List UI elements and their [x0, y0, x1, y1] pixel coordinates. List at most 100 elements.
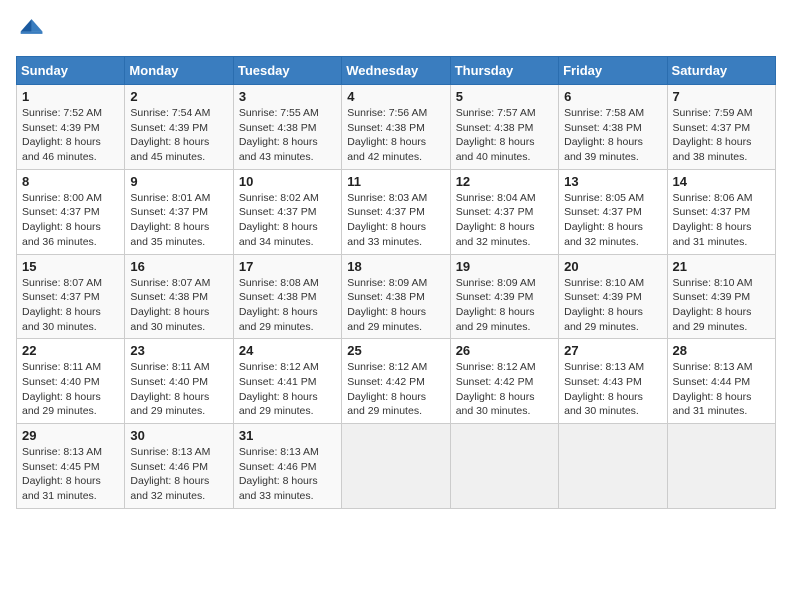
- calendar-cell: 26 Sunrise: 8:12 AMSunset: 4:42 PMDayligh…: [450, 339, 558, 424]
- day-number: 4: [347, 89, 444, 104]
- cell-info: Sunrise: 8:09 AMSunset: 4:39 PMDaylight:…: [456, 276, 553, 335]
- day-number: 26: [456, 343, 553, 358]
- calendar-cell: [342, 424, 450, 509]
- cell-info: Sunrise: 8:03 AMSunset: 4:37 PMDaylight:…: [347, 191, 444, 250]
- day-number: 31: [239, 428, 336, 443]
- cell-info: Sunrise: 8:07 AMSunset: 4:38 PMDaylight:…: [130, 276, 227, 335]
- calendar-cell: 19 Sunrise: 8:09 AMSunset: 4:39 PMDayligh…: [450, 254, 558, 339]
- calendar-cell: 27Sunrise: 8:13 AMSunset: 4:43 PMDayligh…: [559, 339, 667, 424]
- cell-info: Sunrise: 8:13 AMSunset: 4:44 PMDaylight:…: [673, 360, 770, 419]
- day-number: 19: [456, 259, 553, 274]
- cell-info: Sunrise: 8:12 AMSunset: 4:42 PMDaylight:…: [456, 360, 553, 419]
- calendar-cell: 21Sunrise: 8:10 AMSunset: 4:39 PMDayligh…: [667, 254, 775, 339]
- calendar-cell: 2 Sunrise: 7:54 AMSunset: 4:39 PMDaylight…: [125, 85, 233, 170]
- day-number: 8: [22, 174, 119, 189]
- calendar-cell: 30 Sunrise: 8:13 AMSunset: 4:46 PMDayligh…: [125, 424, 233, 509]
- cell-info: Sunrise: 7:57 AMSunset: 4:38 PMDaylight:…: [456, 106, 553, 165]
- calendar-table: SundayMondayTuesdayWednesdayThursdayFrid…: [16, 56, 776, 509]
- cell-info: Sunrise: 7:55 AMSunset: 4:38 PMDaylight:…: [239, 106, 336, 165]
- calendar-cell: 16 Sunrise: 8:07 AMSunset: 4:38 PMDayligh…: [125, 254, 233, 339]
- calendar-week-4: 22 Sunrise: 8:11 AMSunset: 4:40 PMDayligh…: [17, 339, 776, 424]
- calendar-cell: 13Sunrise: 8:05 AMSunset: 4:37 PMDayligh…: [559, 169, 667, 254]
- day-number: 1: [22, 89, 119, 104]
- calendar-cell: 6 Sunrise: 7:58 AMSunset: 4:38 PMDaylight…: [559, 85, 667, 170]
- calendar-cell: 8Sunrise: 8:00 AMSunset: 4:37 PMDaylight…: [17, 169, 125, 254]
- day-number: 25: [347, 343, 444, 358]
- day-number: 20: [564, 259, 661, 274]
- cell-info: Sunrise: 8:01 AMSunset: 4:37 PMDaylight:…: [130, 191, 227, 250]
- calendar-cell: 17 Sunrise: 8:08 AMSunset: 4:38 PMDayligh…: [233, 254, 341, 339]
- calendar-cell: 12 Sunrise: 8:04 AMSunset: 4:37 PMDayligh…: [450, 169, 558, 254]
- calendar-cell: 10 Sunrise: 8:02 AMSunset: 4:37 PMDayligh…: [233, 169, 341, 254]
- day-number: 11: [347, 174, 444, 189]
- header-saturday: Saturday: [667, 57, 775, 85]
- calendar-cell: 11 Sunrise: 8:03 AMSunset: 4:37 PMDayligh…: [342, 169, 450, 254]
- calendar-cell: 5Sunrise: 7:57 AMSunset: 4:38 PMDaylight…: [450, 85, 558, 170]
- calendar-cell: 4 Sunrise: 7:56 AMSunset: 4:38 PMDaylight…: [342, 85, 450, 170]
- header-friday: Friday: [559, 57, 667, 85]
- day-number: 6: [564, 89, 661, 104]
- calendar-cell: 15 Sunrise: 8:07 AMSunset: 4:37 PMDayligh…: [17, 254, 125, 339]
- calendar-cell: 18 Sunrise: 8:09 AMSunset: 4:38 PMDayligh…: [342, 254, 450, 339]
- day-number: 7: [673, 89, 770, 104]
- cell-info: Sunrise: 7:59 AMSunset: 4:37 PMDaylight:…: [673, 106, 770, 165]
- calendar-cell: 31 Sunrise: 8:13 AMSunset: 4:46 PMDayligh…: [233, 424, 341, 509]
- day-number: 14: [673, 174, 770, 189]
- cell-info: Sunrise: 7:56 AMSunset: 4:38 PMDaylight:…: [347, 106, 444, 165]
- calendar-cell: 1 Sunrise: 7:52 AMSunset: 4:39 PMDaylight…: [17, 85, 125, 170]
- calendar-week-2: 8Sunrise: 8:00 AMSunset: 4:37 PMDaylight…: [17, 169, 776, 254]
- cell-info: Sunrise: 8:12 AMSunset: 4:41 PMDaylight:…: [239, 360, 336, 419]
- cell-info: Sunrise: 7:58 AMSunset: 4:38 PMDaylight:…: [564, 106, 661, 165]
- calendar-week-5: 29 Sunrise: 8:13 AMSunset: 4:45 PMDayligh…: [17, 424, 776, 509]
- logo-icon: [16, 16, 44, 44]
- calendar-cell: 22 Sunrise: 8:11 AMSunset: 4:40 PMDayligh…: [17, 339, 125, 424]
- day-number: 28: [673, 343, 770, 358]
- day-number: 18: [347, 259, 444, 274]
- header-wednesday: Wednesday: [342, 57, 450, 85]
- calendar-week-1: 1 Sunrise: 7:52 AMSunset: 4:39 PMDaylight…: [17, 85, 776, 170]
- cell-info: Sunrise: 8:13 AMSunset: 4:46 PMDaylight:…: [130, 445, 227, 504]
- calendar-cell: 29 Sunrise: 8:13 AMSunset: 4:45 PMDayligh…: [17, 424, 125, 509]
- day-number: 15: [22, 259, 119, 274]
- day-number: 29: [22, 428, 119, 443]
- cell-info: Sunrise: 8:10 AMSunset: 4:39 PMDaylight:…: [673, 276, 770, 335]
- logo: [16, 16, 48, 44]
- header-thursday: Thursday: [450, 57, 558, 85]
- cell-info: Sunrise: 7:52 AMSunset: 4:39 PMDaylight:…: [22, 106, 119, 165]
- day-number: 30: [130, 428, 227, 443]
- cell-info: Sunrise: 8:12 AMSunset: 4:42 PMDaylight:…: [347, 360, 444, 419]
- cell-info: Sunrise: 8:11 AMSunset: 4:40 PMDaylight:…: [130, 360, 227, 419]
- calendar-cell: 25 Sunrise: 8:12 AMSunset: 4:42 PMDayligh…: [342, 339, 450, 424]
- day-number: 3: [239, 89, 336, 104]
- day-number: 16: [130, 259, 227, 274]
- calendar-cell: 20 Sunrise: 8:10 AMSunset: 4:39 PMDayligh…: [559, 254, 667, 339]
- day-number: 12: [456, 174, 553, 189]
- cell-info: Sunrise: 7:54 AMSunset: 4:39 PMDaylight:…: [130, 106, 227, 165]
- day-number: 22: [22, 343, 119, 358]
- calendar-week-3: 15 Sunrise: 8:07 AMSunset: 4:37 PMDayligh…: [17, 254, 776, 339]
- cell-info: Sunrise: 8:07 AMSunset: 4:37 PMDaylight:…: [22, 276, 119, 335]
- calendar-cell: 24 Sunrise: 8:12 AMSunset: 4:41 PMDayligh…: [233, 339, 341, 424]
- calendar-cell: 3 Sunrise: 7:55 AMSunset: 4:38 PMDaylight…: [233, 85, 341, 170]
- day-number: 24: [239, 343, 336, 358]
- cell-info: Sunrise: 8:08 AMSunset: 4:38 PMDaylight:…: [239, 276, 336, 335]
- cell-info: Sunrise: 8:10 AMSunset: 4:39 PMDaylight:…: [564, 276, 661, 335]
- cell-info: Sunrise: 8:06 AMSunset: 4:37 PMDaylight:…: [673, 191, 770, 250]
- day-number: 27: [564, 343, 661, 358]
- day-number: 17: [239, 259, 336, 274]
- day-number: 23: [130, 343, 227, 358]
- calendar-header-row: SundayMondayTuesdayWednesdayThursdayFrid…: [17, 57, 776, 85]
- cell-info: Sunrise: 8:09 AMSunset: 4:38 PMDaylight:…: [347, 276, 444, 335]
- cell-info: Sunrise: 8:02 AMSunset: 4:37 PMDaylight:…: [239, 191, 336, 250]
- calendar-cell: [559, 424, 667, 509]
- cell-info: Sunrise: 8:13 AMSunset: 4:46 PMDaylight:…: [239, 445, 336, 504]
- calendar-cell: [667, 424, 775, 509]
- cell-info: Sunrise: 8:11 AMSunset: 4:40 PMDaylight:…: [22, 360, 119, 419]
- calendar-cell: 7 Sunrise: 7:59 AMSunset: 4:37 PMDaylight…: [667, 85, 775, 170]
- day-number: 10: [239, 174, 336, 189]
- cell-info: Sunrise: 8:05 AMSunset: 4:37 PMDaylight:…: [564, 191, 661, 250]
- day-number: 2: [130, 89, 227, 104]
- header-sunday: Sunday: [17, 57, 125, 85]
- cell-info: Sunrise: 8:04 AMSunset: 4:37 PMDaylight:…: [456, 191, 553, 250]
- cell-info: Sunrise: 8:13 AMSunset: 4:45 PMDaylight:…: [22, 445, 119, 504]
